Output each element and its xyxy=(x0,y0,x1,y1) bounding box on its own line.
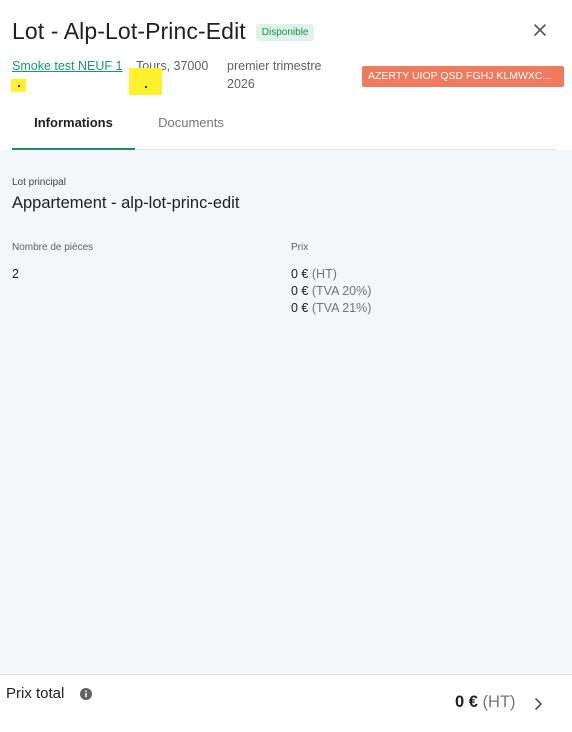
price-unit: (TVA 20%) xyxy=(311,284,372,298)
highlight-marker xyxy=(129,68,162,95)
lot-panel-header: Lot - Alp-Lot-Princ-Edit Disponible Smok… xyxy=(0,0,572,151)
highlight-marker xyxy=(11,79,26,92)
lot-details: Lot principal Appartement - alp-lot-prin… xyxy=(0,150,572,674)
program-tag: AZERTY UIOP QSD FGHJ KLMWXC... xyxy=(362,66,564,87)
price-line: 0 € (TVA 20%) xyxy=(291,283,371,300)
close-icon xyxy=(534,24,546,36)
price-amount: 0 € xyxy=(291,284,309,298)
title-row: Lot - Alp-Lot-Princ-Edit Disponible xyxy=(12,18,315,45)
price-line: 0 € (TVA 21%) xyxy=(291,300,371,317)
rooms-label: Nombre de pièces xyxy=(12,242,94,253)
close-button[interactable] xyxy=(530,20,550,40)
total-amount: 0 € xyxy=(455,693,478,711)
delivery-date: premier trimestre 2026 xyxy=(227,59,322,91)
program-link[interactable]: Smoke test NEUF 1 xyxy=(12,57,122,75)
tab-bar: Informations Documents xyxy=(12,102,556,151)
price-unit: (TVA 21%) xyxy=(311,301,372,315)
rooms-value: 2 xyxy=(12,267,19,281)
page-title: Lot - Alp-Lot-Princ-Edit xyxy=(12,18,246,44)
price-unit: (HT) xyxy=(311,267,337,281)
price-label: Prix xyxy=(291,242,309,253)
tab-informations[interactable]: Informations xyxy=(12,102,135,151)
chevron-right-icon[interactable] xyxy=(532,696,544,712)
info-icon[interactable] xyxy=(80,688,92,700)
status-badge: Disponible xyxy=(255,24,315,41)
price-amount: 0 € xyxy=(291,267,309,281)
total-unit: (HT) xyxy=(482,693,516,711)
total-footer: Prix total 0 € (HT) xyxy=(0,674,572,732)
price-line: 0 € (HT) xyxy=(291,266,371,283)
price-amount: 0 € xyxy=(291,301,309,315)
total-price: 0 € (HT) xyxy=(455,693,516,712)
total-label: Prix total xyxy=(6,685,65,702)
price-list: 0 € (HT) 0 € (TVA 20%) 0 € (TVA 21%) xyxy=(291,266,371,317)
section-label: Lot principal xyxy=(12,177,66,188)
section-title: Appartement - alp-lot-princ-edit xyxy=(12,194,240,212)
tab-documents[interactable]: Documents xyxy=(135,102,247,150)
